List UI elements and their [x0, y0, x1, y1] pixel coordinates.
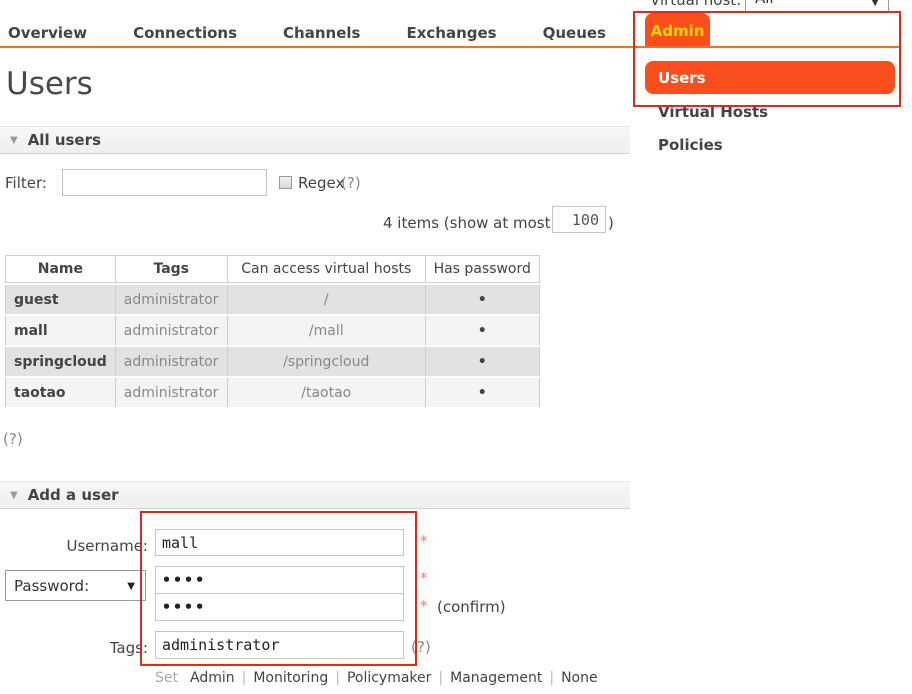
table-row: mall administrator /mall • [5, 316, 540, 345]
password-input[interactable] [155, 566, 404, 594]
virtual-host-label: Virtual host: [650, 0, 741, 9]
section-all-users-title: All users [28, 131, 101, 149]
show-at-most-input[interactable] [552, 206, 606, 233]
user-tags: administrator [116, 378, 228, 407]
tags-help-link[interactable]: (?) [411, 638, 431, 656]
tab-queues[interactable]: Queues [543, 24, 606, 42]
section-add-user[interactable]: ▼ Add a user [0, 481, 630, 509]
required-asterisk: * [420, 532, 428, 550]
has-password-dot: • [426, 316, 540, 345]
user-tags: administrator [116, 285, 228, 314]
rabbitmq-admin-users-page: Virtual host: All ▼ Overview Connections… [0, 0, 912, 694]
password-confirm-input[interactable] [155, 593, 404, 621]
required-asterisk: * [420, 569, 428, 587]
col-header-name: Name [5, 255, 116, 283]
user-name-link[interactable]: springcloud [5, 347, 116, 376]
tab-channels[interactable]: Channels [283, 24, 360, 42]
main-nav: Overview Connections Channels Exchanges … [8, 24, 606, 42]
section-all-users[interactable]: ▼ All users [0, 126, 630, 154]
col-header-vhosts: Can access virtual hosts [228, 255, 426, 283]
tab-admin-active[interactable]: Admin [645, 13, 710, 48]
nav-underline [0, 46, 901, 48]
users-table: Name Tags Can access virtual hosts Has p… [5, 253, 540, 409]
confirm-label: (confirm) [437, 598, 506, 616]
password-type-value: Password: [14, 577, 89, 595]
filter-label: Filter: [5, 174, 47, 192]
collapse-triangle-icon: ▼ [10, 490, 18, 501]
user-vhosts: /mall [228, 316, 426, 345]
tab-exchanges[interactable]: Exchanges [406, 24, 496, 42]
table-row: springcloud administrator /springcloud • [5, 347, 540, 376]
tab-connections[interactable]: Connections [133, 24, 237, 42]
separator: | [335, 670, 340, 686]
user-tags: administrator [116, 316, 228, 345]
has-password-dot: • [426, 378, 540, 407]
has-password-dot: • [426, 285, 540, 314]
set-option-monitoring[interactable]: Monitoring [253, 670, 328, 686]
section-add-user-title: Add a user [28, 486, 119, 504]
chevron-down-icon: ▼ [871, 0, 879, 8]
sidebar-item-users[interactable]: Users [645, 61, 895, 94]
user-name-link[interactable]: taotao [5, 378, 116, 407]
tab-overview[interactable]: Overview [8, 24, 87, 42]
username-input[interactable] [155, 529, 404, 556]
has-password-dot: • [426, 347, 540, 376]
table-help-link[interactable]: (?) [3, 430, 23, 448]
virtual-host-select[interactable]: All ▼ [745, 0, 889, 13]
regex-help-link[interactable]: (?) [341, 174, 361, 192]
tag-shortcut-row: Set Admin | Monitoring | Policymaker | Manageme… [155, 670, 598, 686]
set-label: Set [155, 670, 178, 686]
set-option-management[interactable]: Management [450, 670, 542, 686]
separator: | [242, 670, 247, 686]
sidebar-item-virtual-hosts[interactable]: Virtual Hosts [658, 103, 768, 121]
user-vhosts: / [228, 285, 426, 314]
table-row: taotao administrator /taotao • [5, 378, 540, 407]
user-tags: administrator [116, 347, 228, 376]
regex-checkbox[interactable] [279, 176, 292, 189]
user-name-link[interactable]: guest [5, 285, 116, 314]
required-asterisk: * [420, 597, 428, 615]
virtual-host-value: All [755, 0, 774, 7]
filter-input[interactable] [62, 169, 267, 196]
set-option-policymaker[interactable]: Policymaker [347, 670, 431, 686]
separator: | [438, 670, 443, 686]
separator: | [549, 670, 554, 686]
table-header-row: Name Tags Can access virtual hosts Has p… [5, 255, 540, 283]
user-vhosts: /taotao [228, 378, 426, 407]
sidebar-item-policies[interactable]: Policies [658, 136, 723, 154]
tags-label: Tags: [38, 639, 148, 657]
user-vhosts: /springcloud [228, 347, 426, 376]
password-type-select[interactable]: Password: ▼ [5, 570, 146, 601]
tags-input[interactable] [155, 631, 404, 659]
set-option-admin[interactable]: Admin [190, 670, 235, 686]
collapse-triangle-icon: ▼ [10, 135, 18, 146]
items-summary-close: ) [608, 214, 614, 232]
table-row: guest administrator / • [5, 285, 540, 314]
col-header-has-password: Has password [426, 255, 540, 283]
page-title: Users [6, 66, 93, 102]
regex-label: Regex [298, 174, 344, 192]
col-header-tags: Tags [116, 255, 228, 283]
items-summary: 4 items (show at most [383, 214, 551, 232]
chevron-down-icon: ▼ [127, 581, 135, 592]
set-option-none[interactable]: None [561, 670, 598, 686]
username-label: Username: [38, 537, 148, 555]
user-name-link[interactable]: mall [5, 316, 116, 345]
